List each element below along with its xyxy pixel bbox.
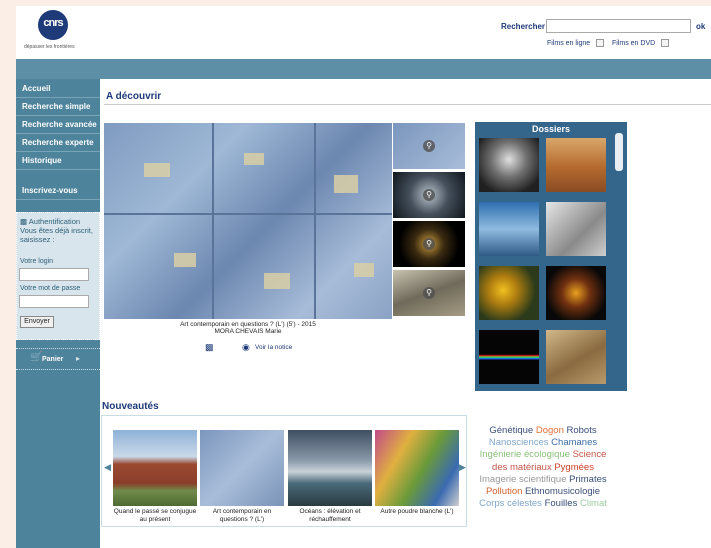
tag-link[interactable]: Ethnomusicologie xyxy=(525,486,600,497)
lock-icon: ▩ xyxy=(20,217,29,226)
magnifier-icon[interactable]: ⚲ xyxy=(423,238,435,250)
view-notice-link[interactable]: Voir la notice xyxy=(255,344,292,351)
magnifier-icon[interactable]: ⚲ xyxy=(423,287,435,299)
tag-link[interactable]: Dogon xyxy=(536,425,564,436)
news-image-3[interactable] xyxy=(288,430,372,506)
tag-link[interactable]: Génétique xyxy=(489,425,533,436)
tag-link[interactable]: Nanosciences xyxy=(489,437,549,448)
thumbnail-4[interactable]: ⚲ xyxy=(393,270,465,316)
sidebar-item-recherche-avancee[interactable]: Recherche avancée xyxy=(16,117,100,134)
tag-cloud: Génétique Dogon Robots Nanosciences Cham… xyxy=(474,425,612,510)
tag-link[interactable]: Ingénierie écologique xyxy=(480,449,570,460)
dossier-excavation[interactable] xyxy=(546,330,606,384)
login-submit-button[interactable]: Envoyer xyxy=(20,316,54,328)
carousel-next-icon[interactable]: ▶ xyxy=(459,462,466,473)
sidebar-item-inscrivez-vous[interactable]: Inscrivez-vous xyxy=(16,183,100,200)
news-caption-1[interactable]: Quand le passé se conjugue au présent xyxy=(111,508,199,524)
sidebar-item-accueil[interactable]: Accueil xyxy=(16,81,100,98)
dossier-machine[interactable] xyxy=(546,202,606,256)
auth-title: ▩ Authentification Vous êtes déjà inscri… xyxy=(20,217,98,244)
divider xyxy=(104,104,711,105)
chevron-right-icon[interactable]: ▸ xyxy=(76,354,80,363)
password-field[interactable] xyxy=(19,295,89,308)
password-label: Votre mot de passe xyxy=(20,285,81,292)
thumbnail-3[interactable]: ⚲ xyxy=(393,221,465,267)
auth-title-text: Authentification Vous êtes déjà inscrit,… xyxy=(20,217,93,244)
thumbnail-2[interactable]: ⚲ xyxy=(393,172,465,218)
featured-caption-author: MORA CHEVAIS Marie xyxy=(214,328,282,335)
filter-dvd-label: Films en DVD xyxy=(612,40,656,47)
tag-link[interactable]: Fouilles xyxy=(545,498,578,509)
cart-icon[interactable]: 🛒 xyxy=(30,352,42,363)
news-image-2[interactable] xyxy=(200,430,284,506)
search-input[interactable] xyxy=(546,19,691,33)
dossier-portrait[interactable] xyxy=(479,138,539,192)
search-submit-button[interactable]: ok xyxy=(696,22,705,31)
news-caption-2[interactable]: Art contemporain en questions ? (L') xyxy=(198,508,286,524)
eye-icon[interactable]: ◉ xyxy=(242,342,250,353)
search-label: Rechercher xyxy=(501,22,546,31)
login-label: Votre login xyxy=(20,258,54,265)
dossiers-scrollbar[interactable] xyxy=(615,133,623,171)
logo-text: cnrs xyxy=(43,17,63,29)
thumbnail-1[interactable]: ⚲ xyxy=(393,123,465,169)
tag-link[interactable]: Climat xyxy=(580,498,607,509)
video-camera-icon[interactable]: ▩ xyxy=(205,342,214,353)
filter-dvd-checkbox[interactable] xyxy=(661,39,669,47)
sidebar-item-recherche-experte[interactable]: Recherche experte xyxy=(16,135,100,152)
carousel-prev-icon[interactable]: ◀ xyxy=(104,462,111,473)
dossier-desert-vehicle[interactable] xyxy=(546,138,606,192)
dossier-spectrum[interactable] xyxy=(479,330,539,384)
featured-caption-title: Art contemporain en questions ? (L') (5'… xyxy=(180,321,316,328)
top-band xyxy=(16,59,711,79)
cart-label[interactable]: Panier xyxy=(42,356,63,363)
discover-title: A découvrir xyxy=(106,91,162,102)
featured-image[interactable] xyxy=(104,123,392,319)
tag-link[interactable]: Chamanes xyxy=(551,437,597,448)
news-caption-4[interactable]: Autre poudre blanche (L') xyxy=(373,508,461,516)
dossier-sailboat[interactable] xyxy=(479,202,539,256)
filter-online-label: Films en ligne xyxy=(547,40,591,47)
logo-tagline: dépasser les frontières xyxy=(24,44,75,50)
tag-link[interactable]: Imagerie scientifique xyxy=(479,474,566,485)
tag-link[interactable]: Pollution xyxy=(486,486,522,497)
login-field[interactable] xyxy=(19,268,89,281)
news-image-4[interactable] xyxy=(375,430,459,506)
news-image-1[interactable] xyxy=(113,430,197,506)
news-title: Nouveautés xyxy=(102,401,159,412)
tag-link[interactable]: Primates xyxy=(569,474,606,485)
magnifier-icon[interactable]: ⚲ xyxy=(423,189,435,201)
dossier-sunflowers[interactable] xyxy=(479,266,539,320)
tag-link[interactable]: Robots xyxy=(567,425,597,436)
news-caption-3[interactable]: Océans : élévation et réchauffement xyxy=(286,508,374,524)
tag-link[interactable]: Pygmées xyxy=(554,462,594,473)
dossiers-title: Dossiers xyxy=(531,124,571,134)
dossier-cells[interactable] xyxy=(546,266,606,320)
sidebar-item-recherche-simple[interactable]: Recherche simple xyxy=(16,99,100,116)
filter-online-checkbox[interactable] xyxy=(596,39,604,47)
tag-link[interactable]: Corps célestes xyxy=(479,498,542,509)
sidebar-item-historique[interactable]: Historique xyxy=(16,153,100,170)
magnifier-icon[interactable]: ⚲ xyxy=(423,140,435,152)
